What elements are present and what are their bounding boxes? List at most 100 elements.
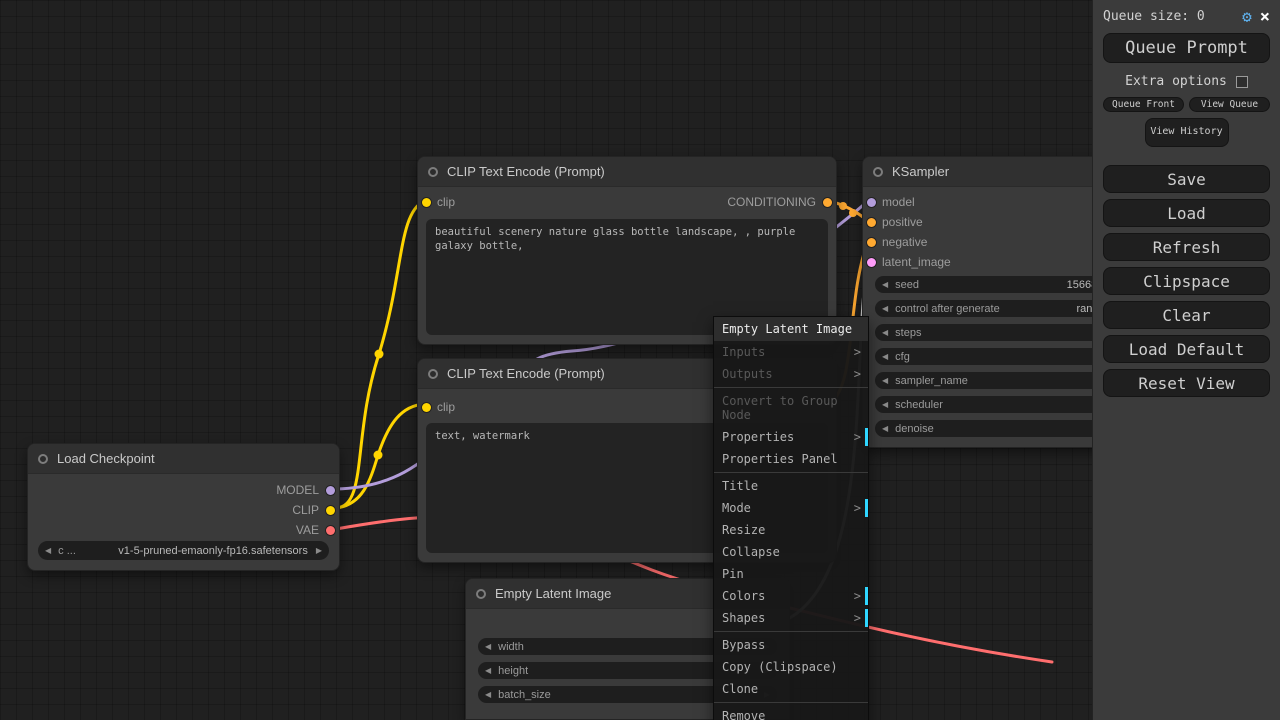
input-label: positive	[882, 215, 923, 229]
menu-item-clone[interactable]: Clone	[714, 678, 868, 700]
node-load-checkpoint[interactable]: Load Checkpoint MODEL CLIP VAE ◀ c ... v…	[27, 443, 340, 571]
collapse-dot-icon[interactable]	[428, 167, 438, 177]
widget-name: height	[498, 665, 528, 677]
input-label: negative	[882, 235, 927, 249]
output-port-conditioning[interactable]	[823, 198, 832, 207]
arrow-left-icon[interactable]: ◀	[45, 546, 51, 555]
widget-name: denoise	[895, 423, 934, 435]
wire-dot	[849, 209, 857, 217]
menu-separator	[714, 387, 868, 388]
load-default-button[interactable]: Load Default	[1103, 335, 1270, 363]
arrow-left-icon[interactable]: ◀	[882, 376, 888, 385]
menu-item-bypass[interactable]: Bypass	[714, 634, 868, 656]
settings-gear-icon[interactable]: ⚙	[1242, 10, 1252, 24]
node-title: KSampler	[892, 164, 949, 179]
menu-separator	[714, 702, 868, 703]
arrow-left-icon[interactable]: ◀	[882, 424, 888, 433]
reset-view-button[interactable]: Reset View	[1103, 369, 1270, 397]
widget-name: steps	[895, 327, 921, 339]
menu-item-resize[interactable]: Resize	[714, 519, 868, 541]
widget-name: width	[498, 641, 524, 653]
submenu-arrow-icon: >	[854, 589, 861, 603]
widget-name: sampler_name	[895, 375, 968, 387]
arrow-left-icon[interactable]: ◀	[882, 400, 888, 409]
wire-dot	[839, 202, 847, 210]
node-header[interactable]: Load Checkpoint	[28, 444, 339, 474]
arrow-left-icon[interactable]: ◀	[485, 642, 491, 651]
input-port-latent-image[interactable]	[867, 258, 876, 267]
output-label: VAE	[296, 523, 319, 537]
context-menu-title: Empty Latent Image	[714, 317, 868, 341]
save-button[interactable]: Save	[1103, 165, 1270, 193]
input-port-clip[interactable]	[422, 403, 431, 412]
arrow-left-icon[interactable]: ◀	[882, 304, 888, 313]
menu-item-remove[interactable]: Remove	[714, 705, 868, 720]
collapse-dot-icon[interactable]	[38, 454, 48, 464]
menu-item-outputs: Outputs>	[714, 363, 868, 385]
output-port-model[interactable]	[326, 486, 335, 495]
collapse-dot-icon[interactable]	[428, 369, 438, 379]
node-title: CLIP Text Encode (Prompt)	[447, 366, 605, 381]
arrow-left-icon[interactable]: ◀	[882, 352, 888, 361]
menu-item-shapes[interactable]: Shapes>	[714, 607, 868, 629]
input-label: clip	[437, 400, 455, 414]
submenu-arrow-icon: >	[854, 501, 861, 515]
submenu-arrow-icon: >	[854, 367, 861, 381]
submenu-arrow-icon: >	[854, 611, 861, 625]
input-port-model[interactable]	[867, 198, 876, 207]
menu-item-pin[interactable]: Pin	[714, 563, 868, 585]
clear-button[interactable]: Clear	[1103, 301, 1270, 329]
load-button[interactable]: Load	[1103, 199, 1270, 227]
wire-dot	[375, 350, 384, 359]
menu-item-properties-panel[interactable]: Properties Panel	[714, 448, 868, 470]
output-port-clip[interactable]	[326, 506, 335, 515]
close-icon[interactable]: ×	[1260, 10, 1270, 24]
menu-item-title[interactable]: Title	[714, 475, 868, 497]
submenu-accent-bar	[865, 428, 868, 446]
clipspace-button[interactable]: Clipspace	[1103, 267, 1270, 295]
arrow-left-icon[interactable]: ◀	[882, 280, 888, 289]
widget-name: batch_size	[498, 689, 551, 701]
widget-name: scheduler	[895, 399, 943, 411]
node-header[interactable]: CLIP Text Encode (Prompt)	[418, 157, 836, 187]
wire-dot	[374, 451, 383, 460]
arrow-left-icon[interactable]: ◀	[485, 666, 491, 675]
view-queue-button[interactable]: View Queue	[1189, 97, 1270, 112]
submenu-accent-bar	[865, 499, 868, 517]
widget-name: control after generate	[895, 303, 1000, 315]
menu-separator	[714, 631, 868, 632]
menu-item-collapse[interactable]: Collapse	[714, 541, 868, 563]
menu-item-copy-clipspace[interactable]: Copy (Clipspace)	[714, 656, 868, 678]
widget-value: v1-5-pruned-emaonly-fp16.safetensors	[118, 545, 308, 557]
queue-prompt-button[interactable]: Queue Prompt	[1103, 33, 1270, 63]
menu-item-colors[interactable]: Colors>	[714, 585, 868, 607]
queue-size-label: Queue size: 0	[1103, 9, 1205, 24]
refresh-button[interactable]: Refresh	[1103, 233, 1270, 261]
output-label: CLIP	[292, 503, 319, 517]
collapse-dot-icon[interactable]	[476, 589, 486, 599]
widget-ckpt-name[interactable]: ◀ c ... v1-5-pruned-emaonly-fp16.safeten…	[38, 541, 329, 560]
input-label: latent_image	[882, 255, 951, 269]
input-label: clip	[437, 195, 455, 209]
menu-item-properties[interactable]: Properties>	[714, 426, 868, 448]
output-port-vae[interactable]	[326, 526, 335, 535]
submenu-accent-bar	[865, 609, 868, 627]
input-port-negative[interactable]	[867, 238, 876, 247]
submenu-accent-bar	[865, 587, 868, 605]
extra-options-label: Extra options	[1125, 74, 1227, 89]
queue-front-button[interactable]: Queue Front	[1103, 97, 1184, 112]
arrow-right-icon[interactable]: ▶	[316, 546, 322, 555]
input-port-clip[interactable]	[422, 198, 431, 207]
widget-name: seed	[895, 279, 919, 291]
collapse-dot-icon[interactable]	[873, 167, 883, 177]
extra-options-checkbox[interactable]	[1236, 76, 1248, 88]
menu-item-mode[interactable]: Mode>	[714, 497, 868, 519]
node-graph-canvas[interactable]: CLIP Text Encode (Prompt) clip CONDITION…	[0, 0, 1280, 720]
arrow-left-icon[interactable]: ◀	[882, 328, 888, 337]
comfyui-menu-panel: Queue size: 0 ⚙ × Queue Prompt Extra opt…	[1092, 0, 1280, 720]
arrow-left-icon[interactable]: ◀	[485, 690, 491, 699]
view-history-button[interactable]: View History	[1145, 118, 1229, 147]
input-port-positive[interactable]	[867, 218, 876, 227]
menu-item-inputs: Inputs>	[714, 341, 868, 363]
output-label: MODEL	[276, 483, 319, 497]
